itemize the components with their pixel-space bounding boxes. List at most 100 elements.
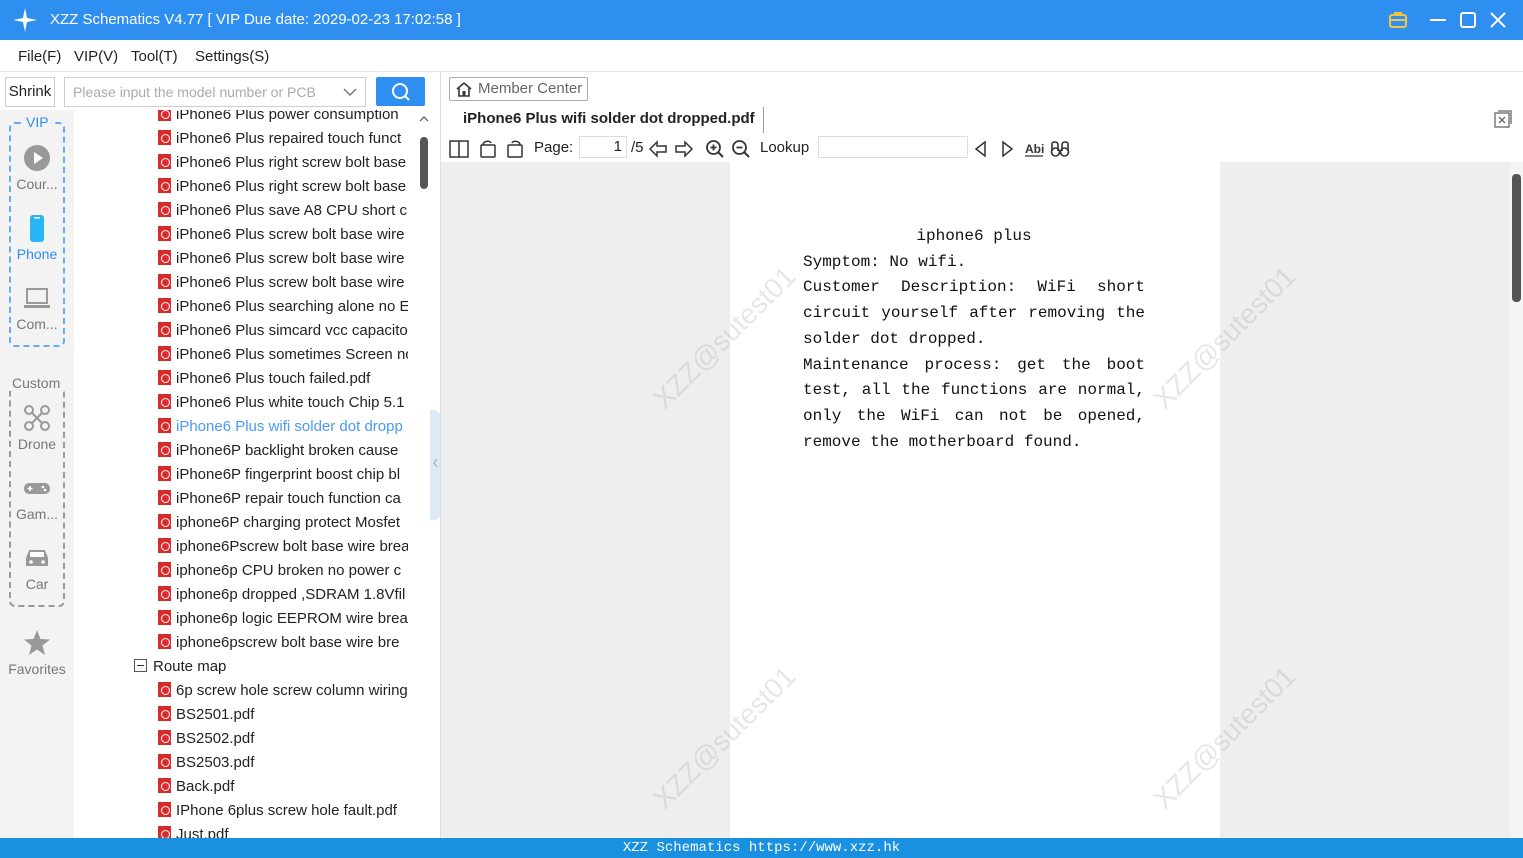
pdf-icon: [158, 682, 171, 697]
tree-file[interactable]: iPhone6 Plus save A8 CPU short cir: [158, 199, 408, 223]
tree-scrollbar[interactable]: [418, 113, 430, 838]
member-center-button[interactable]: Member Center: [449, 77, 588, 101]
rotate-right-icon[interactable]: [505, 139, 525, 159]
find-prev-icon[interactable]: [971, 139, 991, 159]
scroll-up-icon[interactable]: [418, 113, 430, 125]
gamepad-icon: [24, 483, 50, 494]
binoculars-icon[interactable]: [1050, 139, 1070, 159]
nav-game[interactable]: Gam...: [0, 474, 74, 522]
pdf-page: iphone6 plus Symptom: No wifi. Customer …: [730, 162, 1220, 838]
search-button[interactable]: [376, 77, 425, 106]
nav-drone[interactable]: Drone: [0, 404, 74, 452]
tree-file[interactable]: iPhone6 Plus screw bolt base wire: [158, 271, 408, 295]
search-icon: [392, 83, 410, 101]
title-bar: XZZ Schematics V4.77 [ VIP Due date: 202…: [0, 0, 1523, 40]
close-tab-icon[interactable]: [1494, 110, 1512, 128]
model-search-input[interactable]: Please input the model number or PCB: [64, 77, 366, 107]
play-icon: [24, 145, 50, 171]
minimize-icon[interactable]: [1426, 8, 1450, 32]
nav-courses[interactable]: Cour...: [0, 144, 74, 192]
tree-file[interactable]: iphone6p logic EEPROM wire brea: [158, 607, 408, 631]
tree-file[interactable]: IPhone 6plus screw hole fault.pdf: [158, 799, 408, 823]
viewer-scrollbar[interactable]: [1510, 162, 1523, 838]
tree-file[interactable]: BS2502.pdf: [158, 727, 408, 751]
match-case-icon[interactable]: Abi: [1024, 139, 1044, 159]
tree-file[interactable]: iPhone6 Plus repaired touch funct: [158, 127, 408, 151]
pdf-icon: [158, 418, 171, 433]
page-total: /5: [631, 139, 644, 156]
tree-scroll-thumb[interactable]: [420, 137, 428, 189]
tree-file[interactable]: iPhone6 Plus white touch Chip 5.1: [158, 391, 408, 415]
tree-file[interactable]: BS2501.pdf: [158, 703, 408, 727]
tree-file[interactable]: iPhone6 Plus right screw bolt base: [158, 175, 408, 199]
lookup-input[interactable]: [818, 136, 968, 158]
star-icon: [24, 630, 50, 655]
page-number-input[interactable]: 1: [579, 136, 627, 158]
chevron-down-icon[interactable]: [343, 86, 357, 98]
tree-file[interactable]: iphone6p CPU broken no power c: [158, 559, 408, 583]
menu-bar: File(F) VIP(V) Tool(T) Settings(S): [0, 40, 1523, 72]
rotate-left-icon[interactable]: [478, 139, 498, 159]
tree-file[interactable]: iPhone6 Plus screw bolt base wire: [158, 247, 408, 271]
pdf-icon: [158, 226, 171, 241]
tree-file[interactable]: iPhone6 Plus touch failed.pdf: [158, 367, 408, 391]
category-sidebar: VIP Cour... Phone Com... Custom Drone Ga…: [0, 110, 74, 838]
menu-settings[interactable]: Settings(S): [195, 48, 269, 65]
nav-game-label: Gam...: [15, 506, 58, 522]
tree-file[interactable]: 6p screw hole screw column wiring: [158, 679, 408, 703]
tree-file[interactable]: iPhone6 Plus sometimes Screen nc: [158, 343, 408, 367]
briefcase-icon[interactable]: [1386, 8, 1410, 32]
pdf-icon: [158, 778, 171, 793]
tree-file[interactable]: iPhone6 Plus power consumption: [158, 110, 408, 127]
pdf-icon: [158, 178, 171, 193]
tree-file[interactable]: Back.pdf: [158, 775, 408, 799]
tree-folder-route-map[interactable]: Route map: [134, 655, 226, 679]
status-bar: XZZ Schematics https://www.xzz.hk: [0, 838, 1523, 858]
tree-file[interactable]: Just.pdf: [158, 823, 408, 838]
collapse-toggle-icon[interactable]: [134, 659, 147, 672]
tree-file[interactable]: iPhone6P fingerprint boost chip bl: [158, 463, 408, 487]
tree-file[interactable]: BS2503.pdf: [158, 751, 408, 775]
find-next-icon[interactable]: [997, 139, 1017, 159]
nav-phone-label: Phone: [16, 246, 58, 262]
viewer-scroll-thumb[interactable]: [1512, 174, 1521, 302]
nav-computer[interactable]: Com...: [0, 284, 74, 332]
nav-phone[interactable]: Phone: [0, 214, 74, 262]
tree-file-selected[interactable]: iPhone6 Plus wifi solder dot dropp: [158, 415, 408, 439]
tree-file[interactable]: iPhone6 Plus searching alone no E: [158, 295, 408, 319]
tree-file[interactable]: iPhone6P repair touch function ca: [158, 487, 408, 511]
pdf-icon: [158, 394, 171, 409]
nav-favorites[interactable]: Favorites: [0, 629, 74, 677]
tree-file[interactable]: iphone6p dropped ,SDRAM 1.8Vfil: [158, 583, 408, 607]
next-page-icon[interactable]: [674, 139, 694, 159]
tree-file[interactable]: iPhone6P backlight broken cause: [158, 439, 408, 463]
nav-car-label: Car: [25, 576, 49, 592]
zoom-out-icon[interactable]: [731, 139, 751, 159]
tree-file[interactable]: iPhone6 Plus simcard vcc capacito: [158, 319, 408, 343]
custom-group-label: Custom: [10, 375, 63, 391]
menu-vip[interactable]: VIP(V): [74, 48, 118, 65]
menu-file[interactable]: File(F): [18, 48, 61, 65]
tree-file[interactable]: iPhone6 Plus screw bolt base wire: [158, 223, 408, 247]
prev-page-icon[interactable]: [648, 139, 668, 159]
zoom-in-icon[interactable]: [705, 139, 725, 159]
menu-tool[interactable]: Tool(T): [131, 48, 178, 65]
doc-symptom: Symptom: No wifi.: [803, 252, 967, 271]
pdf-icon: [158, 322, 171, 337]
tree-file[interactable]: iphone6Pscrew bolt base wire brea: [158, 535, 408, 559]
close-icon[interactable]: [1486, 8, 1510, 32]
pdf-viewer[interactable]: iphone6 plus Symptom: No wifi. Customer …: [441, 162, 1510, 838]
shrink-button[interactable]: Shrink: [5, 77, 55, 107]
tree-file[interactable]: iphone6P charging protect Mosfet: [158, 511, 408, 535]
pdf-icon: [158, 490, 171, 505]
tab-document[interactable]: iPhone6 Plus wifi solder dot dropped.pdf: [449, 107, 764, 133]
pdf-icon: [158, 634, 171, 649]
maximize-icon[interactable]: [1456, 8, 1480, 32]
drone-icon: [24, 405, 50, 431]
pdf-icon: [158, 466, 171, 481]
pdf-icon: [158, 298, 171, 313]
tree-file[interactable]: iphone6pscrew bolt base wire bre: [158, 631, 408, 655]
tree-file[interactable]: iPhone6 Plus right screw bolt base: [158, 151, 408, 175]
dual-page-icon[interactable]: [449, 139, 469, 159]
nav-car[interactable]: Car: [0, 544, 74, 592]
